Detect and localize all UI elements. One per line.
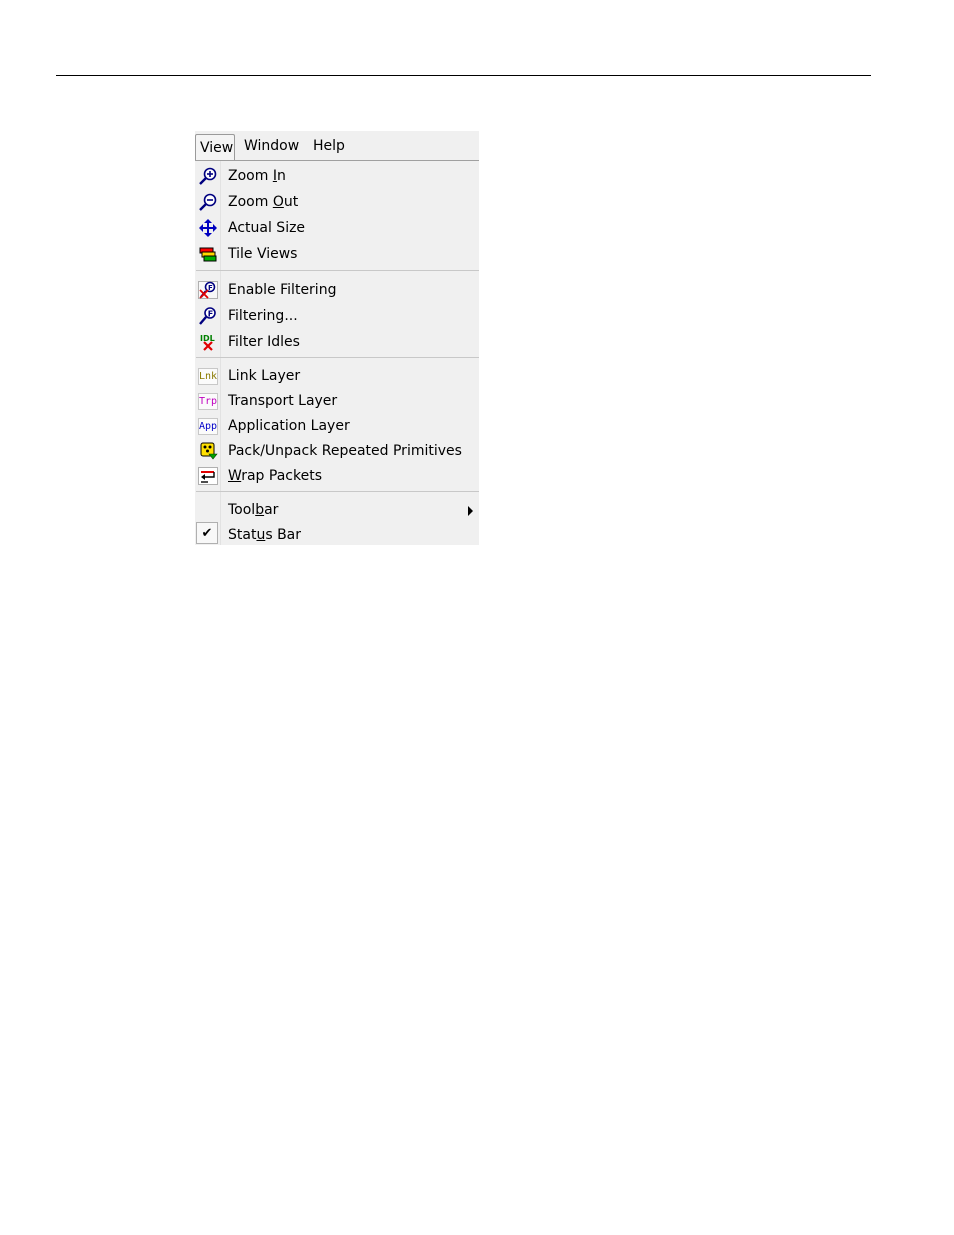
- menu-bar: View Window Help: [195, 131, 479, 161]
- menu-separator: [196, 357, 479, 358]
- menu-separator: [196, 491, 479, 492]
- transport-layer-badge: Trp: [198, 392, 218, 410]
- menu-item-pack-unpack[interactable]: Pack/Unpack Repeated Primitives: [195, 439, 479, 463]
- svg-text:IDL: IDL: [200, 334, 215, 343]
- menu-window[interactable]: Window: [244, 135, 299, 157]
- filter-enable-icon: F: [198, 281, 218, 299]
- link-layer-icon: Lnk: [198, 367, 218, 385]
- filter-idles-icon: IDL: [198, 333, 218, 351]
- zoom-out-label: Zoom Out: [228, 194, 299, 210]
- menu-item-filter-idles[interactable]: IDL Filter Idles: [195, 330, 479, 354]
- menu-help[interactable]: Help: [313, 135, 345, 157]
- toolbar-label: Toolbar: [228, 502, 279, 518]
- tile-views-label: Tile Views: [228, 246, 298, 262]
- filter-idles-label: Filter Idles: [228, 334, 300, 350]
- menu-item-status-bar[interactable]: ✔ Status Bar: [195, 522, 479, 547]
- view-dropdown: Zoom In Zoom Out Actual Size Tile Views …: [195, 161, 479, 545]
- transport-layer-icon: Trp: [198, 392, 218, 410]
- menu-item-application-layer[interactable]: App Application Layer: [195, 414, 479, 438]
- menu-item-zoom-out[interactable]: Zoom Out: [195, 190, 479, 214]
- svg-text:F: F: [208, 284, 213, 292]
- menu-screenshot: View Window Help Zoom In Zoom Out Actual…: [195, 131, 479, 545]
- zoom-in-icon: [198, 167, 218, 185]
- menu-item-tile-views[interactable]: Tile Views: [195, 242, 479, 266]
- submenu-arrow-icon: [468, 506, 473, 516]
- wrap-packets-label: Wrap Packets: [228, 468, 322, 484]
- menu-item-wrap-packets[interactable]: Wrap Packets: [195, 464, 479, 488]
- link-layer-label: Link Layer: [228, 368, 301, 384]
- menu-item-filtering[interactable]: F Filtering...: [195, 304, 479, 328]
- application-layer-badge: App: [198, 417, 218, 435]
- move-arrows-icon: [198, 219, 218, 237]
- svg-text:F: F: [208, 310, 213, 319]
- menu-view[interactable]: View: [195, 134, 235, 160]
- menu-item-link-layer[interactable]: Lnk Link Layer: [195, 364, 479, 388]
- status-bar-label: Status Bar: [228, 527, 302, 543]
- menu-item-enable-filtering[interactable]: F Enable Filtering: [195, 278, 479, 302]
- wrap-icon: [198, 467, 218, 485]
- page-rule: [56, 75, 871, 76]
- filter-icon: F: [198, 307, 218, 325]
- pack-unpack-label: Pack/Unpack Repeated Primitives: [228, 443, 462, 459]
- enable-filtering-label: Enable Filtering: [228, 282, 337, 298]
- link-layer-badge: Lnk: [198, 367, 218, 385]
- checkmark-icon: ✔: [196, 522, 218, 544]
- zoom-out-icon: [198, 193, 218, 211]
- filtering-label: Filtering...: [228, 308, 298, 324]
- actual-size-label: Actual Size: [228, 220, 306, 236]
- menu-separator: [196, 270, 479, 271]
- application-layer-label: Application Layer: [228, 418, 350, 434]
- menu-item-transport-layer[interactable]: Trp Transport Layer: [195, 389, 479, 413]
- application-layer-icon: App: [198, 417, 218, 435]
- menu-item-toolbar[interactable]: Toolbar: [195, 498, 479, 522]
- tile-icon: [198, 245, 218, 263]
- zoom-in-label: Zoom In: [228, 168, 286, 184]
- pack-icon: [198, 442, 218, 460]
- menu-item-zoom-in[interactable]: Zoom In: [195, 164, 479, 188]
- transport-layer-label: Transport Layer: [228, 393, 338, 409]
- menu-item-actual-size[interactable]: Actual Size: [195, 216, 479, 240]
